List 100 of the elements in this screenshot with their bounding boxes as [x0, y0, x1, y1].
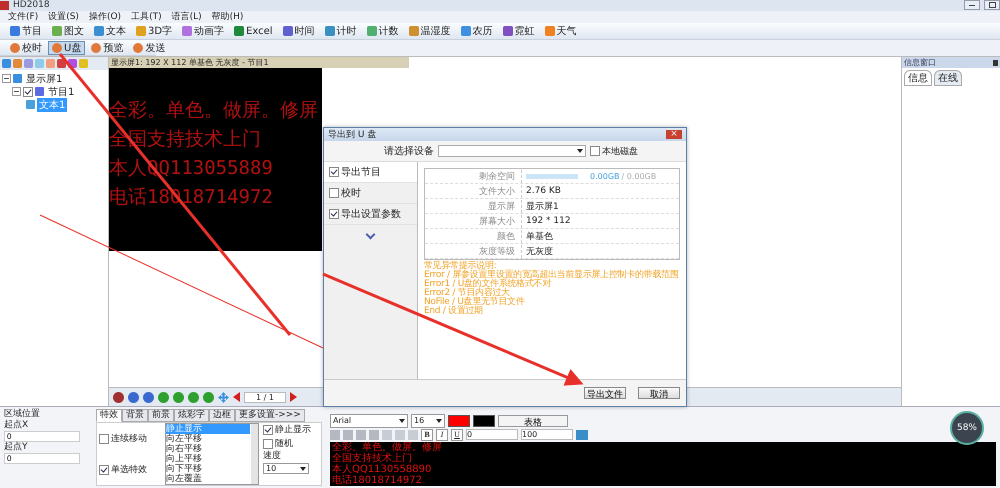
- caret-icon: [399, 418, 405, 422]
- toolbar-button[interactable]: 计时: [320, 24, 361, 38]
- checkbox-label: 本地磁盘: [602, 146, 638, 158]
- panel-title: 信息窗口: [904, 57, 936, 68]
- table-cell-text: 192 * 112: [525, 216, 571, 226]
- background-color-swatch[interactable]: [473, 414, 495, 426]
- panel-tab[interactable]: 在线: [934, 70, 962, 86]
- field-label: 速度: [263, 451, 282, 462]
- list-item[interactable]: 向左覆盖: [166, 474, 250, 484]
- tab[interactable]: 边框: [209, 409, 235, 422]
- table-cell-text: 显示屏1: [525, 200, 559, 212]
- text-editor[interactable]: 全彩。单色。做屏。修屏 全国支持技术上门 本人QQ1130558890 电话18018714972: [330, 442, 996, 486]
- dialog-button[interactable]: 取消: [638, 387, 680, 399]
- checkbox[interactable]: [263, 424, 273, 434]
- caret-icon: [436, 418, 442, 422]
- scale-field[interactable]: 100: [521, 429, 573, 440]
- menu-item[interactable]: 语言(L): [172, 10, 202, 24]
- toolbar-button[interactable]: 动画字: [178, 24, 228, 38]
- note-text: Error / 屏参设置里设置的宽高超出当前显示屏上控制卡的带载范围: [424, 271, 680, 280]
- tab[interactable]: 炫彩字: [174, 409, 209, 422]
- checkbox[interactable]: [590, 146, 600, 156]
- pin-icon[interactable]: [993, 60, 998, 66]
- tab[interactable]: 更多设置->>>: [235, 409, 305, 422]
- input-field[interactable]: 0: [4, 431, 80, 442]
- table-button[interactable]: 表格: [498, 414, 568, 426]
- checkbox[interactable]: [99, 434, 109, 444]
- toolbar-button[interactable]: 农历: [456, 24, 497, 38]
- menu-item[interactable]: 操作(O): [88, 10, 122, 24]
- space-total: / 0.00GB: [622, 172, 656, 180]
- dialog-title: 导出到 U 盘: [328, 128, 376, 141]
- list-item[interactable]: 向左平移: [166, 434, 250, 444]
- toolbar-button[interactable]: 3D字: [132, 24, 176, 38]
- tab[interactable]: 特效: [96, 409, 122, 422]
- toolbar-button[interactable]: 节目: [6, 24, 46, 38]
- table-cell: 屏幕大小: [425, 214, 522, 228]
- scrollbar[interactable]: [251, 424, 258, 484]
- toolbar-button[interactable]: 图文: [48, 24, 88, 38]
- table-cell: 文件大小: [425, 184, 522, 198]
- bold-button[interactable]: B: [421, 428, 433, 440]
- checkbox[interactable]: [23, 86, 33, 97]
- checkbox-label: 连续移动: [111, 432, 147, 445]
- tab[interactable]: 前景: [148, 409, 174, 422]
- menu-item[interactable]: 工具(T): [131, 10, 162, 24]
- tab[interactable]: 背景: [122, 409, 148, 422]
- toolbar-button[interactable]: U盘: [48, 40, 86, 55]
- option-row[interactable]: 导出节目: [324, 162, 417, 183]
- list-item[interactable]: 向上平移: [166, 454, 250, 464]
- note-text: 常见异常提示说明:: [424, 262, 496, 271]
- font-dropdown[interactable]: Arial: [330, 414, 408, 428]
- table-cell: 颜色: [425, 230, 522, 242]
- list-item[interactable]: 向右平移: [166, 444, 250, 454]
- dialog-button[interactable]: 导出文件: [584, 387, 626, 399]
- restore-button[interactable]: [984, 0, 1000, 10]
- checkbox-label: 导出设置参数: [341, 208, 401, 221]
- menu-item[interactable]: 设置(S): [48, 10, 79, 24]
- page-field[interactable]: 1 / 1: [244, 392, 286, 402]
- checkbox[interactable]: [99, 464, 109, 474]
- toolbar-button[interactable]: 校时: [6, 40, 46, 55]
- device-dropdown[interactable]: [438, 145, 586, 157]
- checkbox[interactable]: [329, 167, 339, 177]
- field-label: 起点X: [4, 420, 30, 431]
- toolbar-button[interactable]: 计数: [362, 24, 403, 38]
- image-icon[interactable]: [576, 430, 588, 440]
- option-row[interactable]: 导出设置参数: [324, 204, 417, 225]
- tree-item[interactable]: 显示屏1: [24, 72, 64, 86]
- list-item[interactable]: 向下平移: [166, 464, 250, 474]
- note-text: NoFile / U盘里无节目文件: [424, 298, 526, 307]
- toolbar-button[interactable]: 预览: [87, 40, 128, 55]
- note-text: Error1 / U盘的文件系统格式不对: [424, 280, 552, 289]
- table-cell-text: 无灰度: [525, 246, 553, 258]
- note-text: End / 设置过期: [424, 307, 484, 316]
- led-text: 全彩。单色。做屏。修屏: [109, 98, 318, 124]
- checkbox[interactable]: [329, 188, 339, 198]
- menu-item[interactable]: 帮助(H): [212, 10, 244, 24]
- table-cell-text: 单基色: [525, 230, 553, 242]
- checkbox[interactable]: [263, 438, 273, 448]
- tree-item[interactable]: 节目1: [46, 84, 76, 99]
- toolbar-button[interactable]: 天气: [540, 24, 581, 38]
- toolbar-button[interactable]: 文本: [90, 24, 130, 38]
- speed-dropdown[interactable]: 10: [263, 463, 309, 474]
- text-color-swatch[interactable]: [448, 414, 470, 426]
- table-cell: 显示屏: [425, 200, 522, 212]
- toolbar-button[interactable]: 发送: [129, 40, 170, 55]
- input-field[interactable]: 0: [4, 453, 80, 464]
- italic-button[interactable]: I: [436, 428, 448, 440]
- checkbox[interactable]: [329, 209, 339, 219]
- checkbox-label: 导出节目: [341, 166, 381, 179]
- size-dropdown[interactable]: 16: [411, 414, 445, 428]
- toolbar-button[interactable]: Excel: [230, 24, 277, 38]
- move-icon[interactable]: [218, 392, 229, 402]
- spacing-field[interactable]: 0: [466, 429, 518, 440]
- toolbar-button[interactable]: 温湿度: [404, 24, 455, 38]
- underline-button[interactable]: U: [451, 428, 463, 440]
- panel-tab[interactable]: 信息: [904, 70, 932, 86]
- toolbar-button[interactable]: 时间: [278, 24, 319, 38]
- menu-item[interactable]: 文件(F): [8, 10, 38, 24]
- toolbar-button[interactable]: 霓虹: [498, 24, 539, 38]
- minimize-button[interactable]: [964, 0, 980, 10]
- option-row[interactable]: 校时: [324, 183, 417, 204]
- close-button[interactable]: ×: [666, 130, 682, 139]
